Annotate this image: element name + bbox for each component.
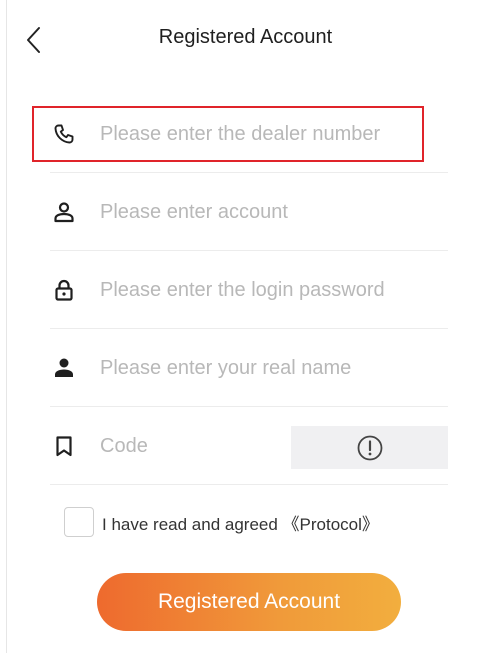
user-outline-icon [50,198,78,226]
user-filled-icon [50,354,78,382]
verification-code-button[interactable] [291,426,448,469]
account-row [50,173,448,251]
password-input[interactable] [100,276,440,304]
dealer-number-highlight-box [32,106,424,162]
real-name-row [50,329,448,407]
account-input[interactable] [100,198,430,226]
real-name-input[interactable] [100,354,430,382]
agreement-row: I have read and agreed 《Protocol》 [64,507,379,537]
code-input[interactable] [100,432,270,460]
password-row [50,251,448,329]
agreement-text[interactable]: I have read and agreed 《Protocol》 [102,510,379,535]
agreement-checkbox[interactable] [64,507,94,537]
header: Registered Account [0,0,491,80]
left-edge-divider [6,0,7,653]
page-title: Registered Account [158,26,333,48]
exclamation-circle-icon [357,435,382,460]
lock-icon [50,276,78,304]
bookmark-icon [50,432,78,460]
register-account-button[interactable]: Registered Account [97,573,401,631]
